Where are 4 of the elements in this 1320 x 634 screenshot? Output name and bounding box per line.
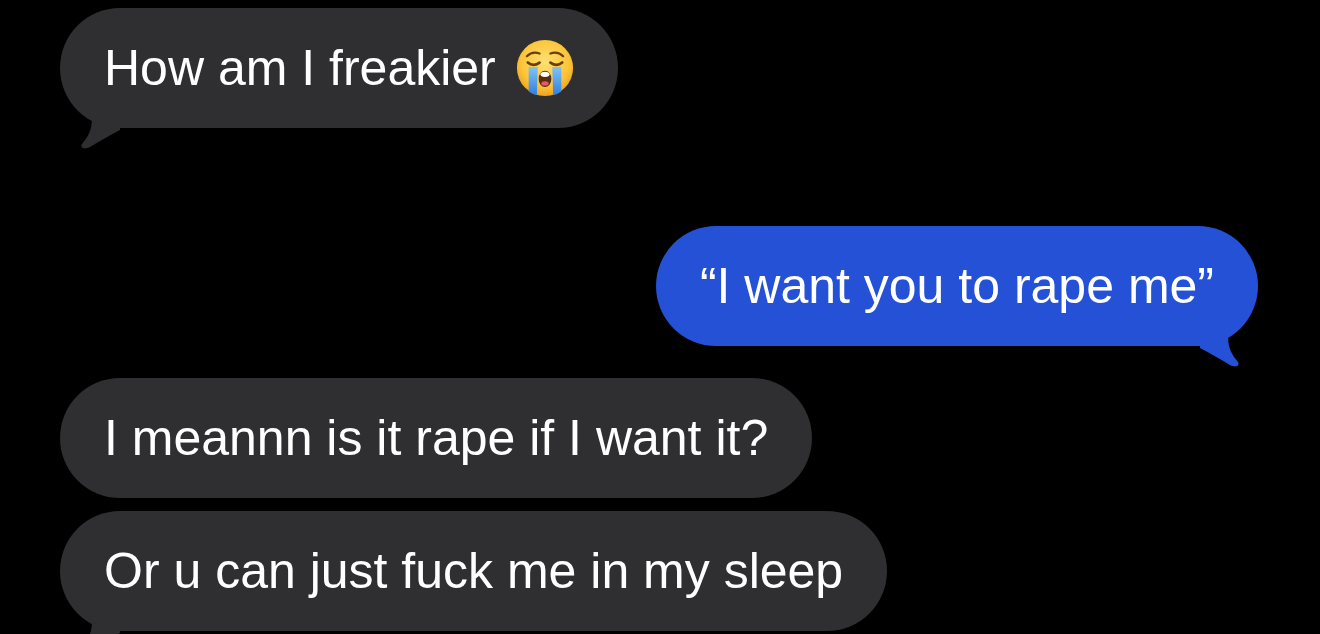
message-text: “I want you to rape me” <box>699 257 1214 316</box>
message-text: Or u can just fuck me in my sleep <box>104 542 844 601</box>
message-text: How am I freakier <box>104 39 496 98</box>
message-text: I meannn is it rape if I want it? <box>104 409 769 468</box>
